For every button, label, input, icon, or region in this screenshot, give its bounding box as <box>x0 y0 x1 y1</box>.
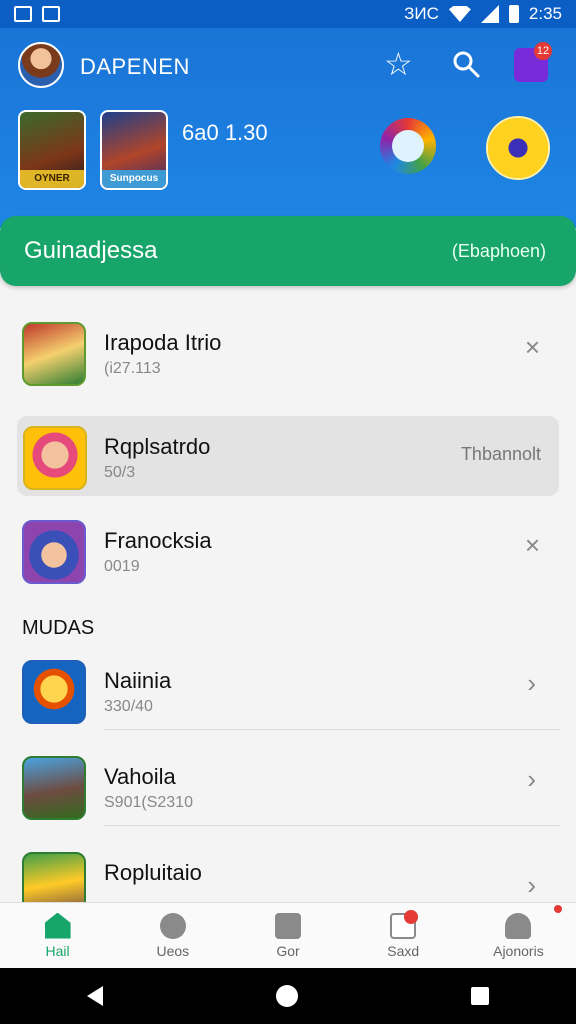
featured-game-label: Sunpocus <box>102 170 166 188</box>
banner-link[interactable]: (Ebaphoen) <box>452 241 546 262</box>
app-header: DAPENEN ☆ 12 OYNER Sunpocus 6a0 1.30 <box>0 28 576 228</box>
list-item-subtitle: 330/40 <box>104 698 153 715</box>
status-left <box>14 6 60 22</box>
list-item-action[interactable]: Thbannolt <box>461 444 541 465</box>
signal-icon <box>480 5 499 23</box>
game-thumbnail <box>22 322 86 386</box>
home-button-icon[interactable] <box>275 985 298 1007</box>
list-item-title: Naiinia <box>104 668 172 693</box>
list-item[interactable]: Naiinia 330/40 › <box>0 650 576 730</box>
divider <box>104 825 560 826</box>
nav-label: Saxd <box>387 942 420 959</box>
game-thumbnail <box>22 756 86 820</box>
notification-dot <box>554 905 563 913</box>
chevron-right-icon[interactable]: › <box>527 670 536 696</box>
search-icon[interactable] <box>452 50 480 78</box>
list-item-title: Vahoila <box>104 764 176 789</box>
game-thumbnail <box>23 426 87 490</box>
game-thumbnail <box>22 852 86 902</box>
star-icon[interactable]: ☆ <box>384 48 413 80</box>
bottom-nav: Hail Ueos Gor Saxd Ajonoris <box>0 902 576 968</box>
list-item-title: Franocksia <box>104 528 212 553</box>
list-item-subtitle: 50/3 <box>104 464 136 481</box>
clock: 2:35 <box>528 4 562 23</box>
list-item-selected[interactable]: Rqplsatrdo 50/3 Thbannolt <box>17 416 559 496</box>
nav-label: Ueos <box>156 942 190 959</box>
image-notification-icon <box>42 6 60 22</box>
list-item-subtitle: (i27.113 <box>104 360 161 377</box>
list-item-title: Ropluitaio <box>104 860 202 885</box>
list-item[interactable]: Franocksia 0019 × <box>0 510 576 590</box>
chevron-right-icon[interactable]: › <box>527 872 536 898</box>
list-item-subtitle: 0019 <box>104 558 140 575</box>
nav-account[interactable]: Ajonoris <box>461 903 576 968</box>
wifi-icon <box>448 6 471 22</box>
nav-games[interactable]: Ueos <box>115 903 230 968</box>
profile-avatar[interactable] <box>18 42 64 88</box>
list-item[interactable]: Vahoila S901(S2310 › <box>0 746 576 826</box>
section-header: MUDAS <box>22 617 95 639</box>
featured-game-card-2[interactable]: Sunpocus <box>100 110 168 190</box>
list-item-subtitle: S901(S2310 <box>104 794 193 811</box>
close-icon[interactable]: × <box>525 334 540 360</box>
carrier-text: ЗИС <box>404 4 439 23</box>
banner-title: Guinadjessa <box>24 237 158 264</box>
home-icon <box>44 912 71 939</box>
status-bar: ЗИС 2:35 <box>0 0 576 28</box>
promo-banner[interactable]: Guinadjessa (Ebaphoen) <box>0 216 576 286</box>
list-item[interactable]: Irapoda Itrio (i27.113 × <box>0 312 576 392</box>
recents-icon[interactable] <box>471 987 490 1005</box>
status-right: ЗИС 2:35 <box>404 4 562 24</box>
close-icon[interactable]: × <box>525 532 540 558</box>
gem-ring-icon[interactable] <box>380 118 436 174</box>
coin-icon[interactable] <box>486 116 550 180</box>
nav-home[interactable]: Hail <box>0 903 115 968</box>
list-item[interactable]: Ropluitaio › <box>0 842 576 902</box>
featured-game-card-1[interactable]: OYNER <box>18 110 86 190</box>
list-item-title: Rqplsatrdo <box>104 434 211 459</box>
featured-game-label: OYNER <box>20 170 84 188</box>
divider <box>104 729 560 730</box>
chevron-right-icon[interactable]: › <box>527 766 536 792</box>
nav-label: Hail <box>45 942 70 959</box>
bag-icon[interactable]: 12 <box>514 42 552 82</box>
system-nav-bar <box>0 968 576 1024</box>
news-badge <box>404 910 418 924</box>
notification-icon <box>14 6 32 22</box>
nav-store[interactable]: Gor <box>230 903 345 968</box>
store-icon <box>275 912 301 939</box>
camera-icon <box>159 912 186 939</box>
app-title: DAPENEN <box>80 54 190 79</box>
bag-badge: 12 <box>534 42 552 60</box>
person-icon <box>505 912 532 939</box>
nav-label: Gor <box>276 942 300 959</box>
back-icon[interactable] <box>86 986 103 1006</box>
nav-news[interactable]: Saxd <box>346 903 461 968</box>
header-stat: 6a0 1.30 <box>182 120 268 145</box>
game-thumbnail <box>22 660 86 724</box>
nav-label: Ajonoris <box>493 942 544 959</box>
list-item-title: Irapoda Itrio <box>104 330 222 355</box>
battery-icon <box>508 5 519 23</box>
game-thumbnail <box>22 520 86 584</box>
